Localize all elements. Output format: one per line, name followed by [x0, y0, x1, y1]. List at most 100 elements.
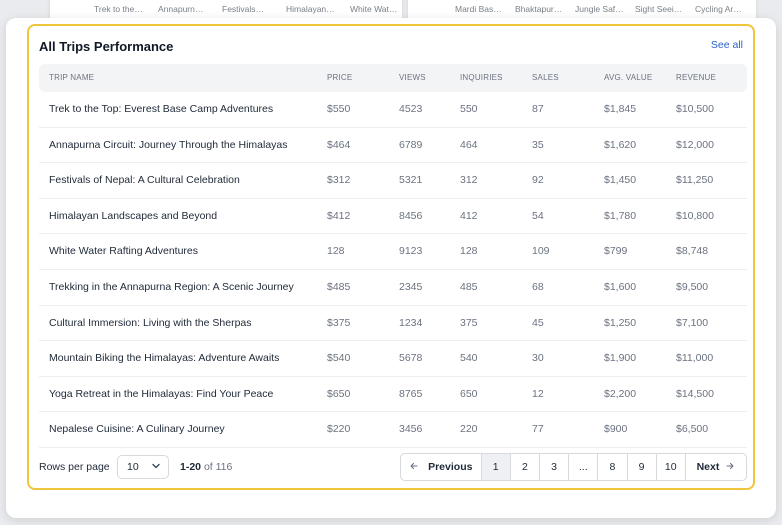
previous-page-button[interactable]: Previous	[401, 454, 482, 480]
background-right-labels: Mardi Bas… Bhaktapur… Jungle Saf… Sight …	[455, 0, 755, 18]
bg-label: Jungle Saf…	[575, 4, 624, 14]
table-row[interactable]: Trek to the Top: Everest Base Camp Adven…	[39, 92, 747, 128]
page-button-1[interactable]: 1	[481, 454, 511, 480]
cell-revenue: $14,500	[676, 387, 714, 400]
table-row[interactable]: Himalayan Landscapes and Beyond $412 8456 4…	[39, 199, 747, 235]
table-row[interactable]: Trekking in the Annapurna Region: A Scen…	[39, 270, 747, 306]
bg-label: Cycling Ar…	[695, 4, 742, 14]
column-header-inquiries[interactable]: INQUIRIES	[460, 64, 503, 92]
rows-per-page-value: 10	[127, 461, 139, 473]
column-header-trip-name[interactable]: TRIP NAME	[49, 64, 94, 92]
cell-price: $412	[327, 209, 351, 222]
pagination: Previous 1 2 3... 8 9 10 Next	[400, 453, 747, 481]
cell-sales: 77	[532, 423, 544, 436]
cell-trip-name[interactable]: Yoga Retreat in the Himalayas: Find Your…	[49, 377, 273, 411]
table-row[interactable]: Annapurna Circuit: Journey Through the H…	[39, 128, 747, 164]
cell-views: 1234	[399, 316, 423, 329]
cell-avg-value: $1,600	[604, 280, 637, 293]
background-left-labels: Trek to the… Annapurn… Festivals… Himala…	[94, 0, 414, 18]
page-button-2[interactable]: 2	[511, 454, 540, 480]
cell-views: 9123	[399, 245, 423, 258]
cell-views: 2345	[399, 280, 423, 293]
cell-price: $485	[327, 280, 351, 293]
cell-inquiries: 220	[460, 423, 478, 436]
table-row[interactable]: Yoga Retreat in the Himalayas: Find Your…	[39, 377, 747, 413]
column-header-revenue[interactable]: REVENUE	[676, 64, 716, 92]
bg-label: Himalayan…	[286, 4, 335, 14]
cell-views: 5678	[399, 352, 423, 365]
cell-avg-value: $1,845	[604, 103, 637, 115]
card-header: All Trips Performance See all	[39, 36, 743, 56]
cell-avg-value: $1,620	[604, 138, 637, 151]
cell-avg-value: $900	[604, 423, 628, 436]
cell-revenue: $7,100	[676, 316, 709, 329]
cell-sales: 45	[532, 316, 544, 329]
cell-revenue: $6,500	[676, 423, 709, 436]
cell-sales: 87	[532, 103, 544, 115]
bg-label: Bhaktapur…	[515, 4, 563, 14]
cell-revenue: $9,500	[676, 280, 709, 293]
cell-revenue: $12,000	[676, 138, 714, 151]
cell-sales: 54	[532, 209, 544, 222]
table-row[interactable]: Nepalese Cuisine: A Culinary Journey $220…	[39, 412, 747, 448]
column-header-price[interactable]: PRICE	[327, 64, 352, 92]
table-row[interactable]: Cultural Immersion: Living with the Sher…	[39, 306, 747, 342]
column-header-sales[interactable]: SALES	[532, 64, 559, 92]
chevron-down-icon	[152, 463, 160, 469]
table-row[interactable]: Festivals of Nepal: A Cultural Celebrati…	[39, 163, 747, 199]
cell-avg-value: $2,200	[604, 387, 637, 400]
column-header-views[interactable]: VIEWS	[399, 64, 426, 92]
column-header-avg-value[interactable]: AVG. VALUE	[604, 64, 652, 92]
cell-trip-name[interactable]: Annapurna Circuit: Journey Through the H…	[49, 128, 288, 162]
table-row[interactable]: White Water Rafting Adventures 128 9123 128…	[39, 234, 747, 270]
cell-inquiries: 464	[460, 138, 478, 151]
cell-trip-name[interactable]: Mountain Biking the Himalayas: Adventure…	[49, 341, 279, 375]
cell-views: 6789	[399, 138, 423, 151]
cell-trip-name[interactable]: Trekking in the Annapurna Region: A Scen…	[49, 270, 294, 304]
bg-label: Sight Seei…	[635, 4, 683, 14]
cell-avg-value: $1,780	[604, 209, 637, 222]
cell-inquiries: 540	[460, 352, 478, 365]
table-footer: Rows per page 10 1-20 of 116 Previous 12…	[39, 453, 747, 481]
pagination-range: 1-20 of 116	[180, 453, 232, 481]
bg-label: White Wat…	[350, 4, 398, 14]
pagination-ellipsis: ...	[569, 454, 599, 480]
cell-trip-name[interactable]: Trek to the Top: Everest Base Camp Adven…	[49, 92, 273, 126]
rows-per-page-select[interactable]: 10	[117, 455, 169, 479]
cell-sales: 35	[532, 138, 544, 151]
next-page-button[interactable]: Next	[686, 454, 746, 480]
bg-label: Festivals…	[222, 4, 265, 14]
cell-inquiries: 550	[460, 103, 478, 115]
cell-trip-name[interactable]: Nepalese Cuisine: A Culinary Journey	[49, 412, 225, 446]
cell-price: $375	[327, 316, 351, 329]
cell-price: 128	[327, 245, 345, 258]
cell-sales: 92	[532, 174, 544, 187]
cell-price: $650	[327, 387, 351, 400]
cell-trip-name[interactable]: Himalayan Landscapes and Beyond	[49, 199, 217, 233]
next-label: Next	[696, 461, 720, 473]
cell-trip-name[interactable]: Festivals of Nepal: A Cultural Celebrati…	[49, 163, 240, 197]
page-button-10[interactable]: 10	[657, 454, 686, 480]
cell-revenue: $10,800	[676, 209, 714, 222]
cell-revenue: $11,000	[676, 352, 714, 365]
arrow-left-icon	[410, 463, 418, 470]
previous-label: Previous	[428, 461, 473, 473]
page-button-8[interactable]: 8	[598, 454, 628, 480]
see-all-link[interactable]: See all	[711, 39, 743, 51]
bg-label: Annapurn…	[158, 4, 204, 14]
cell-sales: 12	[532, 387, 544, 400]
cell-avg-value: $1,900	[604, 352, 637, 365]
cell-views: 5321	[399, 174, 423, 187]
cell-trip-name[interactable]: Cultural Immersion: Living with the Sher…	[49, 306, 252, 340]
arrow-right-icon	[726, 463, 734, 470]
bg-label: Mardi Bas…	[455, 4, 502, 14]
page-button-3[interactable]: 3	[540, 454, 570, 480]
page-button-9[interactable]: 9	[628, 454, 657, 480]
table-row[interactable]: Mountain Biking the Himalayas: Adventure…	[39, 341, 747, 377]
cell-trip-name[interactable]: White Water Rafting Adventures	[49, 234, 198, 268]
cell-avg-value: $1,250	[604, 316, 637, 329]
cell-revenue: $8,748	[676, 245, 709, 258]
range-current: 1-20	[180, 461, 202, 473]
cell-inquiries: 412	[460, 209, 478, 222]
cell-inquiries: 485	[460, 280, 478, 293]
